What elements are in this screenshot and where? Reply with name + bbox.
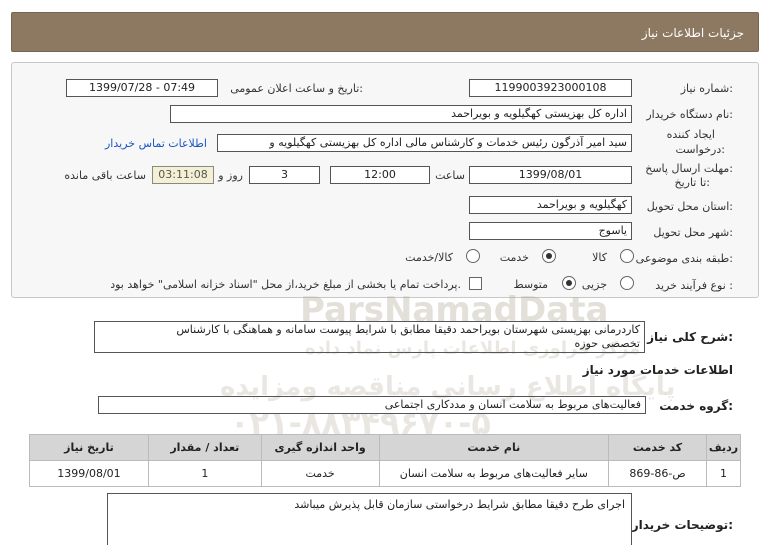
buyer-label: نام دستگاه خریدار:	[646, 108, 733, 121]
deadline-label-2: تا تاریخ:	[674, 176, 710, 189]
category-option-goods-service: کالا/خدمت	[405, 251, 453, 264]
process-option-medium: متوسط	[513, 278, 548, 291]
cell-need-date: 1399/08/01	[29, 460, 149, 487]
service-group-label: گروه خدمت:	[659, 399, 733, 413]
process-radio-minor[interactable]	[620, 276, 634, 290]
remaining-label: ساعت باقی مانده	[64, 169, 146, 182]
table-header-row: ردیف کد خدمت نام خدمت واحد اندازه گیری ت…	[29, 434, 741, 461]
payment-note: پرداخت تمام یا بخشی از مبلغ خرید،از محل …	[110, 278, 461, 291]
category-radio-service[interactable]	[542, 249, 556, 263]
col-header-unit: واحد اندازه گیری	[260, 434, 380, 461]
deadline-label-1: مهلت ارسال پاسخ:	[645, 162, 733, 175]
summary-text-line1: کاردرمانی بهزیستی شهرستان بویراحمد دقیقا…	[176, 323, 640, 336]
province-label: استان محل تحویل:	[646, 200, 733, 213]
contact-buyer-link[interactable]: اطلاعات تماس خریدار	[105, 137, 207, 150]
services-table: ردیف کد خدمت نام خدمت واحد اندازه گیری ت…	[29, 434, 741, 487]
col-header-service-code: کد خدمت	[608, 434, 708, 461]
need-number-label: شماره نیاز:	[680, 82, 733, 95]
col-header-service-name: نام خدمت	[378, 434, 610, 461]
need-number-field[interactable]: 1199003923000108	[469, 79, 632, 97]
category-option-goods: کالا	[592, 251, 607, 264]
cell-service-code: ص-86-869	[608, 460, 708, 487]
treasury-checkbox[interactable]	[469, 277, 482, 290]
summary-text-line2: تخصصی حوزه	[574, 337, 640, 350]
deadline-date-field[interactable]: 1399/08/01	[469, 166, 632, 184]
cell-service-name: سایر فعالیت‌های مربوط به سلامت انسان	[378, 460, 610, 487]
creator-field[interactable]: سید امیر آذرگون رئیس خدمات و کارشناس مال…	[217, 134, 632, 152]
category-radio-goods[interactable]	[620, 249, 634, 263]
cell-quantity: 1	[147, 460, 262, 487]
category-radio-goods-service[interactable]	[466, 249, 480, 263]
announce-label: تاریخ و ساعت اعلان عمومی:	[230, 82, 363, 95]
buyer-notes-text: اجرای طرح دقیقا مطابق شرایط درخواستی ساز…	[294, 498, 625, 511]
category-option-service: خدمت	[499, 251, 529, 264]
cell-unit: خدمت	[260, 460, 380, 487]
services-section-title: اطلاعات خدمات مورد نیاز	[582, 363, 733, 377]
process-option-minor: جزیی	[581, 278, 607, 291]
page-header: جزئیات اطلاعات نیاز	[11, 12, 759, 52]
page-title: جزئیات اطلاعات نیاز	[641, 26, 744, 40]
city-label: شهر محل تحویل:	[653, 226, 733, 239]
cell-row-number: 1	[706, 460, 741, 487]
category-label: طبقه بندی موضوعی:	[635, 252, 733, 265]
process-radio-medium[interactable]	[562, 276, 576, 290]
city-field[interactable]: یاسوج	[469, 222, 632, 240]
process-label: نوع فرآیند خرید :	[655, 279, 733, 292]
col-header-row-number: ردیف	[706, 434, 741, 461]
creator-label-2: درخواست:	[675, 143, 726, 156]
days-field[interactable]: 3	[249, 166, 320, 184]
table-row: 1 ص-86-869 سایر فعالیت‌های مربوط به سلام…	[29, 460, 741, 487]
summary-label: شرح کلی نیاز:	[647, 330, 733, 344]
deadline-time-field[interactable]: 12:00	[330, 166, 430, 184]
time-label: ساعت	[435, 169, 465, 182]
buyer-field[interactable]: اداره کل بهزیستی کهگیلویه و بویراحمد	[170, 105, 632, 123]
announce-field[interactable]: 1399/07/28 - 07:49	[66, 79, 218, 97]
col-header-need-date: تاریخ نیاز	[29, 434, 149, 461]
buyer-notes-label: توضیحات خریدار:	[631, 518, 733, 532]
province-field[interactable]: کهگیلویه و بویراحمد	[469, 196, 632, 214]
col-header-quantity: تعداد / مقدار	[147, 434, 262, 461]
remaining-time-field: 03:11:08	[152, 166, 214, 184]
creator-label-1: ایجاد کننده	[666, 128, 715, 141]
buyer-notes-field[interactable]: اجرای طرح دقیقا مطابق شرایط درخواستی ساز…	[107, 493, 632, 545]
summary-field[interactable]: کاردرمانی بهزیستی شهرستان بویراحمد دقیقا…	[94, 321, 645, 353]
service-group-field[interactable]: فعالیت‌های مربوط به سلامت انسان و مددکار…	[98, 396, 646, 414]
days-label: روز و	[218, 169, 243, 182]
